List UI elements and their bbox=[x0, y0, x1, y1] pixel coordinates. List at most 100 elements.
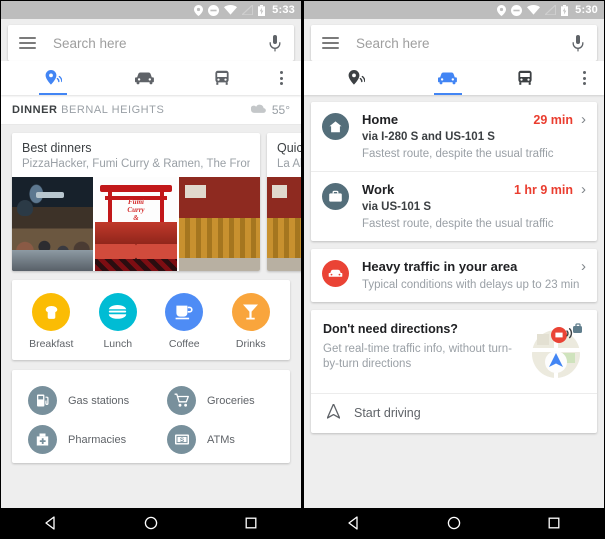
transit-bus-icon bbox=[517, 70, 533, 86]
home-icon bbox=[322, 113, 349, 140]
status-time: 5:33 bbox=[272, 4, 295, 16]
chevron-right-icon[interactable]: › bbox=[581, 182, 586, 197]
service-label: Groceries bbox=[207, 394, 255, 407]
restaurant-card-header: Quick La Alt bbox=[267, 133, 301, 177]
chevron-right-icon[interactable]: › bbox=[581, 112, 586, 127]
service-gas-stations[interactable]: Gas stations bbox=[12, 381, 151, 420]
promo-title: Don't need directions? bbox=[323, 322, 458, 336]
destination-row-home[interactable]: Home 29 min › via I-280 S and US-101 S F… bbox=[311, 102, 597, 171]
tab-explore[interactable] bbox=[304, 61, 409, 95]
burger-icon bbox=[98, 293, 137, 331]
quick-category-label: Coffee bbox=[168, 338, 200, 350]
tab-bar-left bbox=[1, 61, 301, 95]
coffee-cup-icon bbox=[165, 293, 204, 331]
start-driving-button[interactable]: Start driving bbox=[311, 393, 597, 433]
dinner-header-text: DINNER BERNAL HEIGHTS bbox=[12, 104, 164, 116]
promo-body: Don't need directions? Get real-time tra… bbox=[311, 310, 597, 393]
hamburger-icon[interactable] bbox=[322, 37, 339, 49]
search-bar-container-left bbox=[1, 19, 301, 61]
shopping-cart-icon bbox=[167, 386, 196, 415]
destination-row-work[interactable]: Work 1 hr 9 min › via US-101 S Fastest r… bbox=[311, 171, 597, 241]
traffic-alert-card[interactable]: Heavy traffic in your area › Typical con… bbox=[311, 249, 597, 302]
search-input[interactable] bbox=[53, 35, 267, 51]
driving-mode-promo-card: Don't need directions? Get real-time tra… bbox=[311, 310, 597, 433]
home-circle-icon[interactable] bbox=[429, 515, 479, 531]
driving-content: Home 29 min › via I-280 S and US-101 S F… bbox=[304, 95, 604, 508]
location-pin-icon bbox=[497, 4, 507, 16]
photo-detail bbox=[95, 243, 177, 259]
chevron-right-icon[interactable]: › bbox=[581, 259, 586, 274]
destination-name: Work bbox=[362, 182, 395, 197]
quick-category-coffee[interactable]: Coffee bbox=[151, 293, 218, 350]
back-icon[interactable] bbox=[329, 515, 379, 531]
traffic-alert-row[interactable]: Heavy traffic in your area › Typical con… bbox=[311, 249, 597, 302]
temperature-label: 55° bbox=[271, 102, 290, 117]
briefcase-icon bbox=[322, 183, 349, 210]
more-options-icon[interactable] bbox=[261, 61, 301, 95]
fuel-pump-icon bbox=[28, 386, 57, 415]
quick-category-lunch[interactable]: Lunch bbox=[85, 293, 152, 350]
recents-square-icon[interactable] bbox=[529, 515, 579, 531]
restaurant-card[interactable]: Best dinners PizzaHacker, Fumi Curry & R… bbox=[12, 133, 260, 271]
tab-explore[interactable] bbox=[1, 61, 106, 95]
service-groceries[interactable]: Groceries bbox=[151, 381, 290, 420]
search-bar-container-right bbox=[304, 19, 604, 61]
back-icon[interactable] bbox=[26, 515, 76, 531]
hamburger-icon[interactable] bbox=[19, 37, 36, 49]
destination-name: Home bbox=[362, 112, 399, 127]
microphone-icon[interactable] bbox=[570, 33, 586, 53]
tab-bar-right bbox=[304, 61, 604, 95]
home-circle-icon[interactable] bbox=[126, 515, 176, 531]
more-options-icon[interactable] bbox=[564, 61, 604, 95]
wifi-icon bbox=[527, 5, 541, 15]
restaurant-card-carousel[interactable]: Best dinners PizzaHacker, Fumi Curry & R… bbox=[1, 125, 301, 280]
traffic-alert-icon bbox=[322, 260, 349, 287]
pharmacy-cross-icon bbox=[28, 425, 57, 454]
tab-driving[interactable] bbox=[106, 61, 184, 95]
service-label: ATMs bbox=[207, 433, 235, 446]
destination-details: Home 29 min › via I-280 S and US-101 S F… bbox=[362, 112, 586, 160]
services-row: Pharmacies S ATMs bbox=[12, 420, 290, 459]
restaurant-card-header: Best dinners PizzaHacker, Fumi Curry & R… bbox=[12, 133, 260, 177]
destination-eta: 29 min bbox=[533, 112, 573, 127]
recents-square-icon[interactable] bbox=[226, 515, 276, 531]
restaurant-card-title: Best dinners bbox=[22, 141, 92, 155]
traffic-alert-header: Heavy traffic in your area › bbox=[362, 259, 586, 274]
do-not-disturb-icon bbox=[511, 4, 523, 16]
service-pharmacies[interactable]: Pharmacies bbox=[12, 420, 151, 459]
tab-transit[interactable] bbox=[183, 61, 261, 95]
battery-icon bbox=[258, 4, 266, 16]
service-atms[interactable]: S ATMs bbox=[151, 420, 290, 459]
destination-via: via US-101 S bbox=[362, 201, 432, 213]
service-label: Gas stations bbox=[68, 394, 130, 407]
quick-category-drinks[interactable]: Drinks bbox=[218, 293, 285, 350]
destinations-card: Home 29 min › via I-280 S and US-101 S F… bbox=[311, 102, 597, 241]
traffic-alert-note: Typical conditions with delays up to 23 … bbox=[362, 279, 580, 291]
start-driving-label: Start driving bbox=[354, 406, 421, 420]
restaurant-card-title: Quick bbox=[277, 141, 301, 155]
restaurant-card-next[interactable]: Quick La Alt bbox=[267, 133, 301, 271]
meal-label: DINNER bbox=[12, 103, 58, 116]
signal-off-icon bbox=[242, 5, 254, 15]
transit-bus-icon bbox=[214, 70, 230, 86]
explore-content: DINNER BERNAL HEIGHTS 55° Best dinners P… bbox=[1, 95, 301, 508]
quick-category-breakfast[interactable]: Breakfast bbox=[18, 293, 85, 350]
destination-eta: 1 hr 9 min bbox=[513, 182, 573, 197]
dual-screenshot-container: 5:33 Search here DINNER BERNAL HEIGHTS 5… bbox=[0, 0, 605, 539]
search-input[interactable] bbox=[356, 35, 570, 51]
right-phone-screen: 5:30 Search here Home 29 min › via I-280… bbox=[303, 0, 605, 539]
dining-room-photo bbox=[176, 177, 260, 271]
services-row: Gas stations Groceries bbox=[12, 381, 290, 420]
weather-widget: 55° bbox=[250, 102, 290, 117]
tab-transit[interactable] bbox=[486, 61, 564, 95]
search-bar-left[interactable] bbox=[8, 25, 294, 61]
status-time: 5:30 bbox=[575, 4, 598, 16]
microphone-icon[interactable] bbox=[267, 33, 283, 53]
cash-note-icon: S bbox=[167, 425, 196, 454]
tab-driving[interactable] bbox=[409, 61, 487, 95]
services-list: Gas stations Groceries Pharmacies S ATMs bbox=[12, 370, 290, 463]
do-not-disturb-icon bbox=[208, 4, 220, 16]
restaurant-interior-photo bbox=[12, 177, 94, 271]
promo-subtitle: Get real-time traffic info, without turn… bbox=[323, 343, 512, 370]
search-bar-right[interactable] bbox=[311, 25, 597, 61]
